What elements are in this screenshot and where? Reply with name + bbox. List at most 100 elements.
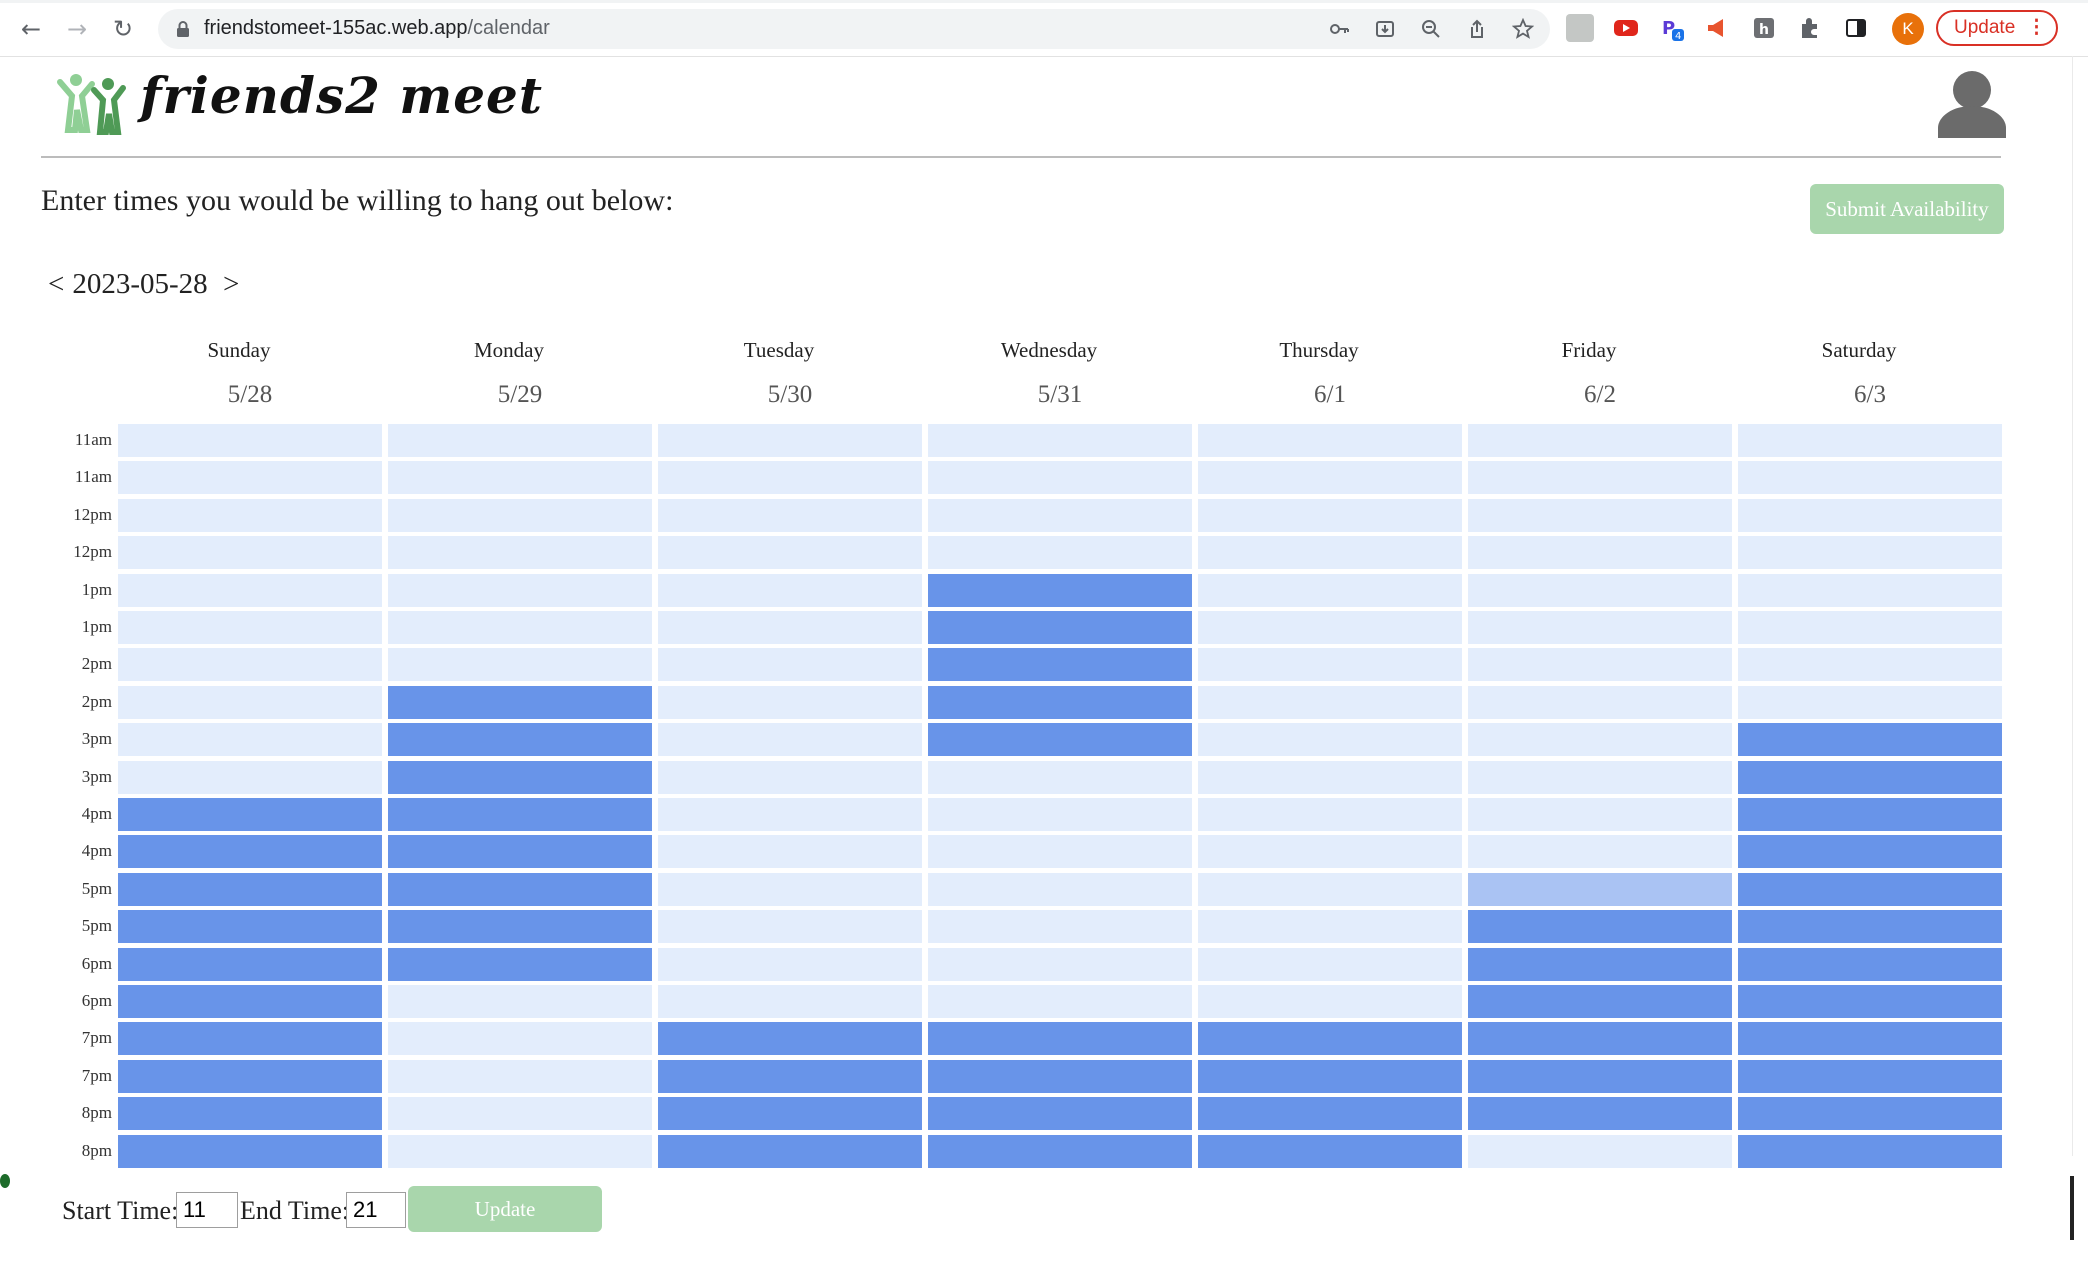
availability-cell[interactable] <box>658 536 922 570</box>
availability-cell[interactable] <box>1468 1134 1732 1168</box>
end-time-input[interactable] <box>346 1192 406 1228</box>
availability-cell[interactable] <box>928 536 1192 570</box>
availability-cell[interactable] <box>1468 1059 1732 1093</box>
availability-cell[interactable] <box>658 648 922 682</box>
availability-cell[interactable] <box>928 573 1192 607</box>
availability-cell[interactable] <box>118 685 382 719</box>
availability-cell[interactable] <box>1468 798 1732 831</box>
availability-cell[interactable] <box>388 798 652 831</box>
availability-cell[interactable] <box>388 835 652 869</box>
availability-cell[interactable] <box>1198 461 1462 495</box>
availability-cell[interactable] <box>1198 685 1462 719</box>
availability-cell[interactable] <box>1198 648 1462 682</box>
availability-cell[interactable] <box>388 1134 652 1168</box>
availability-cell[interactable] <box>388 947 652 981</box>
availability-cell[interactable] <box>388 1059 652 1093</box>
availability-cell[interactable] <box>118 985 382 1018</box>
availability-cell[interactable] <box>658 1059 922 1093</box>
availability-cell[interactable] <box>1198 872 1462 906</box>
availability-cell[interactable] <box>658 611 922 644</box>
availability-cell[interactable] <box>1468 760 1732 794</box>
bookmark-star-icon[interactable] <box>1512 18 1534 40</box>
availability-cell[interactable] <box>388 573 652 607</box>
availability-cell[interactable] <box>658 461 922 495</box>
availability-cell[interactable] <box>658 573 922 607</box>
availability-cell[interactable] <box>118 1022 382 1056</box>
availability-cell[interactable] <box>1738 985 2002 1018</box>
availability-cell[interactable] <box>388 685 652 719</box>
availability-cell[interactable] <box>1468 835 1732 869</box>
prev-week-button[interactable]: < <box>48 268 64 300</box>
availability-cell[interactable] <box>388 723 652 757</box>
availability-cell[interactable] <box>928 910 1192 944</box>
availability-cell[interactable] <box>388 985 652 1018</box>
availability-cell[interactable] <box>388 1022 652 1056</box>
availability-cell[interactable] <box>1738 1134 2002 1168</box>
availability-cell[interactable] <box>658 1022 922 1056</box>
availability-cell[interactable] <box>1468 947 1732 981</box>
availability-cell[interactable] <box>1468 985 1732 1018</box>
availability-cell[interactable] <box>1198 910 1462 944</box>
availability-cell[interactable] <box>1468 461 1732 495</box>
share-icon[interactable] <box>1466 18 1488 40</box>
availability-cell[interactable] <box>388 536 652 570</box>
availability-cell[interactable] <box>928 498 1192 532</box>
availability-cell[interactable] <box>1738 872 2002 906</box>
availability-cell[interactable] <box>928 685 1192 719</box>
browser-update-button[interactable]: Update ⋮ <box>1936 10 2058 46</box>
availability-cell[interactable] <box>118 573 382 607</box>
availability-cell[interactable] <box>928 1022 1192 1056</box>
submit-availability-button[interactable]: Submit Availability <box>1810 184 2004 234</box>
availability-cell[interactable] <box>1468 648 1732 682</box>
availability-cell[interactable] <box>1468 685 1732 719</box>
availability-cell[interactable] <box>388 461 652 495</box>
availability-cell[interactable] <box>658 910 922 944</box>
availability-cell[interactable] <box>1738 648 2002 682</box>
availability-cell[interactable] <box>1198 573 1462 607</box>
h-extension-icon[interactable]: h <box>1750 14 1778 42</box>
browser-profile-avatar[interactable]: K <box>1892 13 1924 45</box>
availability-cell[interactable] <box>928 723 1192 757</box>
availability-cell[interactable] <box>1738 461 2002 495</box>
availability-cell[interactable] <box>658 947 922 981</box>
availability-cell[interactable] <box>658 798 922 831</box>
p-badge-extension-icon[interactable]: P 4 <box>1658 14 1686 42</box>
availability-cell[interactable] <box>118 611 382 644</box>
back-arrow-icon[interactable]: ← <box>16 14 46 44</box>
availability-cell[interactable] <box>118 648 382 682</box>
availability-cell[interactable] <box>658 1134 922 1168</box>
availability-cell[interactable] <box>388 611 652 644</box>
availability-cell[interactable] <box>388 424 652 457</box>
availability-cell[interactable] <box>1198 985 1462 1018</box>
availability-cell[interactable] <box>118 498 382 532</box>
availability-cell[interactable] <box>1738 611 2002 644</box>
availability-cell[interactable] <box>658 424 922 457</box>
availability-cell[interactable] <box>928 461 1192 495</box>
key-icon[interactable] <box>1328 18 1350 40</box>
availability-cell[interactable] <box>658 835 922 869</box>
availability-cell[interactable] <box>118 798 382 831</box>
availability-cell[interactable] <box>1468 536 1732 570</box>
extensions-puzzle-icon[interactable] <box>1796 14 1824 42</box>
availability-cell[interactable] <box>1738 685 2002 719</box>
availability-cell[interactable] <box>928 1134 1192 1168</box>
video-extension-icon[interactable] <box>1612 14 1640 42</box>
availability-cell[interactable] <box>1198 424 1462 457</box>
availability-cell[interactable] <box>928 835 1192 869</box>
availability-cell[interactable] <box>928 760 1192 794</box>
availability-cell[interactable] <box>1738 424 2002 457</box>
extension-1-icon[interactable] <box>1566 14 1594 42</box>
availability-cell[interactable] <box>118 536 382 570</box>
availability-cell[interactable] <box>1468 910 1732 944</box>
availability-cell[interactable] <box>1738 835 2002 869</box>
availability-cell[interactable] <box>388 1097 652 1131</box>
availability-cell[interactable] <box>118 835 382 869</box>
availability-cell[interactable] <box>118 1134 382 1168</box>
availability-cell[interactable] <box>1738 910 2002 944</box>
availability-cell[interactable] <box>388 648 652 682</box>
forward-arrow-icon[interactable]: → <box>62 14 92 44</box>
availability-cell[interactable] <box>1738 760 2002 794</box>
availability-cell[interactable] <box>928 1097 1192 1131</box>
availability-cell[interactable] <box>118 872 382 906</box>
availability-cell[interactable] <box>388 910 652 944</box>
